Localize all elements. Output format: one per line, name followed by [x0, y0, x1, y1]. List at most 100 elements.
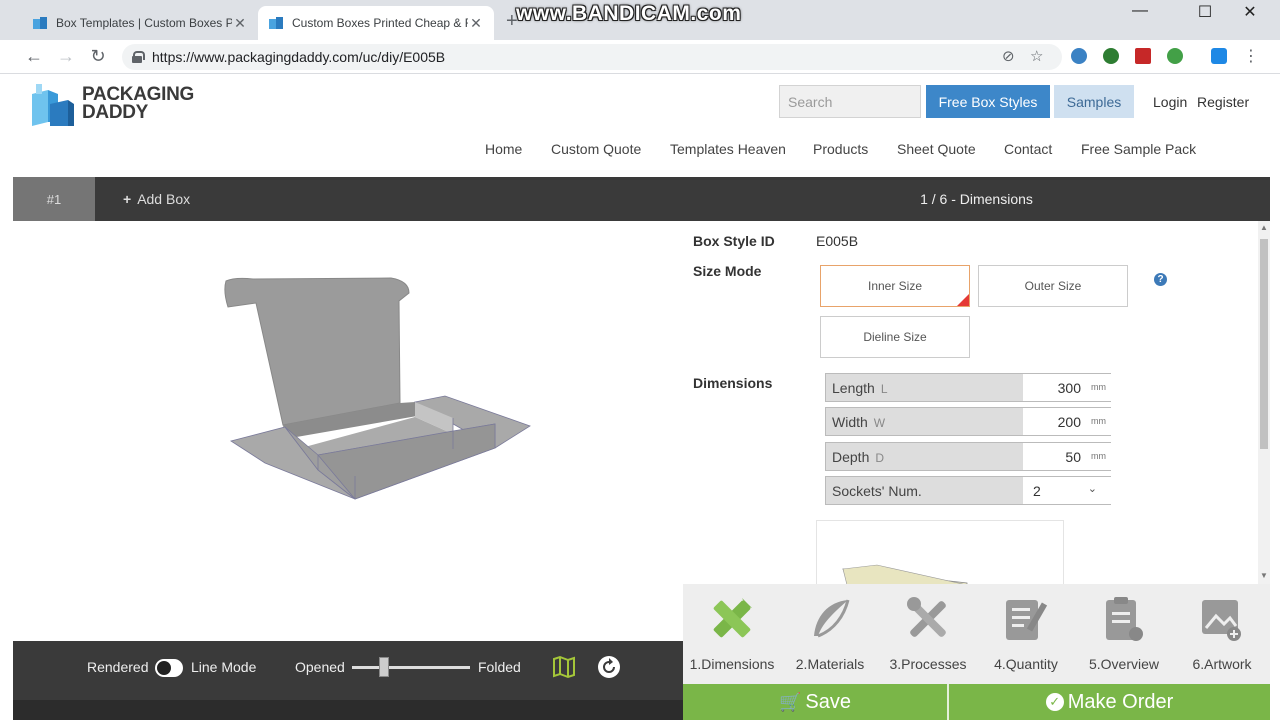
- packaging-daddy-favicon: [33, 17, 47, 29]
- browser-tab-box-templates[interactable]: Box Templates | Custom Boxes Pr ✕: [22, 6, 258, 40]
- free-box-styles-button[interactable]: Free Box Styles: [926, 85, 1050, 118]
- box-3d-model: [224, 277, 531, 500]
- width-unit: mm: [1091, 416, 1106, 426]
- length-row: Length L 300 mm: [825, 373, 1111, 402]
- reset-rotation-icon[interactable]: [597, 655, 621, 679]
- search-input[interactable]: [779, 85, 921, 118]
- tab-close-icon[interactable]: ✕: [232, 15, 248, 32]
- login-link[interactable]: Login: [1153, 94, 1187, 110]
- depth-row: Depth D 50 mm: [825, 442, 1111, 471]
- step-label: 4.Quantity: [994, 656, 1058, 672]
- help-icon[interactable]: ?: [1154, 273, 1167, 286]
- reload-icon[interactable]: ↻: [87, 46, 109, 67]
- depth-symbol: D: [875, 451, 885, 465]
- scroll-down-icon[interactable]: ▼: [1260, 571, 1268, 580]
- step-title-bar: 1 / 6 - Dimensions: [683, 177, 1270, 221]
- make-order-button[interactable]: ✓ Make Order: [949, 684, 1270, 720]
- length-input[interactable]: 300 mm: [1023, 374, 1111, 401]
- logo-line-2: DADDY: [82, 102, 149, 123]
- back-icon[interactable]: ←: [23, 46, 45, 67]
- browser-tab-custom-boxes[interactable]: Custom Boxes Printed Cheap & F ✕: [258, 6, 494, 40]
- viewer-footer-strip: [13, 700, 683, 720]
- nav-free-sample-pack[interactable]: Free Sample Pack: [1081, 141, 1196, 157]
- step-processes[interactable]: 3.Processes: [879, 584, 977, 684]
- sockets-value: 2: [1033, 483, 1041, 499]
- width-symbol: W: [873, 416, 886, 430]
- blocked-popup-icon[interactable]: ⊘: [1002, 47, 1015, 65]
- close-window-button[interactable]: ✕: [1228, 2, 1272, 22]
- scroll-up-icon[interactable]: ▲: [1260, 223, 1268, 232]
- site-logo[interactable]: PACKAGING DADDY: [28, 82, 194, 126]
- rendered-label: Rendered: [87, 659, 149, 675]
- size-mode-label: Size Mode: [693, 263, 762, 279]
- extension-icon[interactable]: [1071, 48, 1087, 64]
- add-box-button[interactable]: + Add Box: [123, 191, 190, 207]
- fold-slider-thumb[interactable]: [378, 657, 389, 677]
- nav-home[interactable]: Home: [485, 141, 522, 157]
- width-input[interactable]: 200 mm: [1023, 408, 1111, 435]
- step-overview[interactable]: 5.Overview: [1075, 584, 1173, 684]
- nav-templates-heaven[interactable]: Templates Heaven: [670, 141, 786, 157]
- sockets-label: Sockets' Num.: [832, 483, 922, 499]
- box-style-id-label: Box Style ID: [693, 233, 775, 249]
- fold-slider-track[interactable]: [352, 666, 470, 669]
- pdf-extension-icon[interactable]: [1135, 48, 1151, 64]
- step-label: 2.Materials: [795, 656, 865, 672]
- extension-icon[interactable]: [1167, 48, 1183, 64]
- step-artwork[interactable]: 6.Artwork: [1173, 584, 1271, 684]
- box-3d-viewer[interactable]: [13, 221, 683, 641]
- box-tabs-bar: #1 + Add Box: [13, 177, 683, 221]
- nav-custom-quote[interactable]: Custom Quote: [551, 141, 641, 157]
- plus-icon: +: [123, 191, 132, 207]
- clipboard-icon: [1106, 597, 1143, 641]
- sockets-select[interactable]: 2 ⌄: [1023, 477, 1111, 504]
- feather-icon: [814, 599, 850, 638]
- tools-icon: [907, 597, 946, 637]
- step-materials[interactable]: 2.Materials: [781, 584, 879, 684]
- line-mode-label: Line Mode: [191, 659, 257, 675]
- nav-contact[interactable]: Contact: [1004, 141, 1052, 157]
- minimize-button[interactable]: —: [1118, 2, 1162, 20]
- recording-watermark: www.BANDICAM.com: [516, 2, 742, 25]
- step-quantity[interactable]: 4.Quantity: [977, 584, 1075, 684]
- depth-unit: mm: [1091, 451, 1106, 461]
- box-tab-1[interactable]: #1: [13, 177, 95, 221]
- forward-icon[interactable]: →: [55, 46, 77, 67]
- scroll-thumb[interactable]: [1260, 239, 1268, 449]
- tab-title: Custom Boxes Printed Cheap & F: [292, 16, 468, 30]
- action-bar: 🛒 Save ✓ Make Order: [683, 684, 1270, 720]
- nav-products[interactable]: Products: [813, 141, 868, 157]
- register-link[interactable]: Register: [1197, 94, 1249, 110]
- tab-title: Box Templates | Custom Boxes Pr: [56, 16, 232, 30]
- folded-label: Folded: [478, 659, 521, 675]
- logo-boxes-icon: [32, 84, 74, 126]
- step-label: 6.Artwork: [1192, 656, 1252, 672]
- form-scrollbar[interactable]: ▲ ▼: [1258, 221, 1270, 584]
- maximize-button[interactable]: ☐: [1183, 2, 1227, 22]
- dieline-preview: [816, 520, 1064, 584]
- width-row: Width W 200 mm: [825, 407, 1111, 436]
- samples-button[interactable]: Samples: [1054, 85, 1134, 118]
- depth-value: 50: [1065, 449, 1081, 465]
- url-field[interactable]: https://www.packagingdaddy.com/uc/diy/E0…: [122, 44, 1062, 70]
- depth-input[interactable]: 50 mm: [1023, 443, 1111, 470]
- bookmark-star-icon[interactable]: ☆: [1030, 47, 1043, 65]
- nav-sheet-quote[interactable]: Sheet Quote: [897, 141, 976, 157]
- inner-size-button[interactable]: Inner Size: [820, 265, 970, 307]
- extension-icon[interactable]: [1103, 48, 1119, 64]
- extension-icon[interactable]: [1211, 48, 1227, 64]
- packaging-daddy-favicon: [269, 17, 283, 29]
- length-value: 300: [1057, 380, 1081, 396]
- width-label: Width: [832, 414, 868, 430]
- outer-size-button[interactable]: Outer Size: [978, 265, 1128, 307]
- cart-icon: 🛒: [778, 691, 802, 712]
- save-button[interactable]: 🛒 Save: [683, 684, 947, 720]
- menu-kebab-icon[interactable]: ⋮: [1240, 46, 1262, 66]
- render-mode-toggle[interactable]: [155, 659, 183, 677]
- step-dimensions[interactable]: 1.Dimensions: [683, 584, 781, 684]
- tab-close-icon[interactable]: ✕: [468, 15, 484, 32]
- dieline-size-button[interactable]: Dieline Size: [820, 316, 970, 358]
- map-view-icon[interactable]: [552, 655, 576, 679]
- edit-list-icon: [1006, 600, 1048, 640]
- opened-label: Opened: [295, 659, 345, 675]
